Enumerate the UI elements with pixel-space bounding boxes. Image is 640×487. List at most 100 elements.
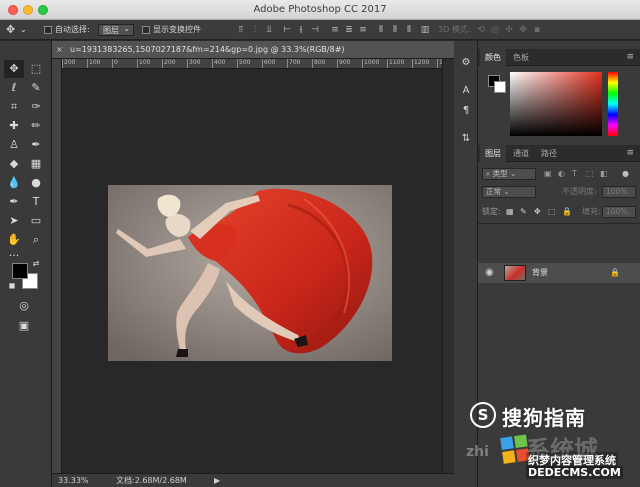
vertical-ruler[interactable] [52,59,62,473]
lock-image-icon[interactable]: ✎ [520,205,527,219]
rectangle-tool-icon[interactable]: ▭ [26,212,46,230]
document-tab[interactable]: × u=1931383265,1507027187&fm=214&gp=0.jpg… [52,41,454,59]
status-menu-arrow-icon[interactable]: ▶ [214,474,220,487]
distribute-bottom-icon[interactable]: ≡ [358,24,368,36]
adjustments-panel-icon[interactable]: ⚙ [459,55,473,71]
zoom-tool-icon[interactable]: ⌕ [26,231,46,249]
dodge-tool-icon[interactable]: ● [26,174,46,192]
lock-all-icon[interactable]: 🔒 [562,205,572,219]
blur-tool-icon[interactable]: 💧 [4,174,24,192]
move-tool-icon[interactable]: ✥ [6,24,15,36]
filter-type-icon[interactable]: T [572,167,577,181]
lock-artboard-icon[interactable]: ⬚ [548,205,556,219]
auto-select-dropdown[interactable]: 图层 [98,23,134,36]
filter-smart-object-icon[interactable]: ◧ [600,167,608,181]
history-brush-tool-icon[interactable]: ✒ [26,136,46,154]
swap-colors-icon[interactable]: ⇄ [26,255,46,273]
distribute-vcenter-icon[interactable]: ≣ [344,24,354,36]
distribute-top-icon[interactable]: ≡ [330,24,340,36]
tab-swatches[interactable]: 色板 [508,49,534,66]
move-tool-icon[interactable]: ✥ [4,60,24,78]
eyedropper-tool-icon[interactable]: ✑ [26,98,46,116]
crop-tool-icon[interactable]: ⌗ [4,98,24,116]
document-image[interactable] [108,185,392,361]
auto-select-option[interactable]: 自动选择: [44,24,90,36]
align-bottom-icon[interactable]: ⫫ [264,24,274,36]
close-document-icon[interactable]: × [56,41,66,58]
ruler-tick-mark [262,59,263,68]
distribute-right-icon[interactable]: ⦀ [404,24,414,36]
show-transform-option[interactable]: 显示变换控件 [142,24,201,36]
window-title: Adobe Photoshop CC 2017 [253,4,387,15]
tool-preset-chevron-icon[interactable]: ⌄ [20,24,27,36]
ruler-tick-label: 300 [189,59,201,66]
quick-mask-icon[interactable]: ◎ [14,297,34,315]
gradient-tool-icon[interactable]: ▦ [26,155,46,173]
lasso-tool-icon[interactable]: ℓ [4,79,24,97]
auto-select-value: 图层 [98,23,134,36]
filter-toggle-icon[interactable]: ● [622,167,629,181]
vertical-scrollbar[interactable] [442,59,454,473]
canvas-area[interactable] [62,69,442,473]
default-colors-icon[interactable]: ◼ [2,277,22,295]
panel-background-swatch[interactable] [494,81,506,93]
color-field[interactable] [510,72,602,136]
title-bar: Adobe Photoshop CC 2017 [0,0,640,20]
auto-select-label: 自动选择: [55,25,90,34]
screen-mode-icon[interactable]: ▣ [14,317,34,335]
show-transform-checkbox[interactable] [142,25,150,34]
healing-brush-tool-icon[interactable]: ✚ [4,117,24,135]
lock-transparent-icon[interactable]: ▦ [506,205,514,219]
libraries-panel-icon[interactable]: ⇅ [459,131,473,147]
ruler-tick-mark [437,59,438,68]
filter-adjustment-icon[interactable]: ◐ [558,167,565,181]
visibility-eye-icon[interactable]: ◉ [485,263,494,283]
align-hcenter-icon[interactable]: ⫲ [296,24,306,36]
layer-row[interactable]: ◉ 背景 🔒 [478,263,640,283]
layer-filter-row: ⌕ 类型 ⌄ ▣ ◐ T ⬚ ◧ ● [478,167,640,181]
marquee-tool-icon[interactable]: ⬚ [26,60,46,78]
paragraph-panel-icon[interactable]: ¶ [459,103,473,119]
align-vcenter-icon[interactable]: ⫶ [250,24,260,36]
auto-align-icon[interactable]: ▥ [420,24,430,36]
ruler-tick-mark [312,59,313,68]
clone-stamp-tool-icon[interactable]: ♙ [4,136,24,154]
ruler-tick-mark [62,59,63,68]
character-panel-icon[interactable]: A [459,83,473,99]
foreground-color-swatch[interactable] [12,263,28,279]
tab-color[interactable]: 颜色 [480,49,506,66]
align-right-icon[interactable]: ⊣ [310,24,320,36]
layer-name[interactable]: 背景 [532,263,548,283]
opacity-field[interactable]: 100% [602,186,636,198]
align-top-icon[interactable]: ⫪ [236,24,246,36]
color-panel-menu-icon[interactable]: ≡ [626,49,634,66]
layers-panel-menu-icon[interactable]: ≡ [626,145,634,162]
pen-tool-icon[interactable]: ✒ [4,193,24,211]
distribute-left-icon[interactable]: ⦀ [376,24,386,36]
distribute-hcenter-icon[interactable]: ⦀ [390,24,400,36]
path-select-tool-icon[interactable]: ➤ [4,212,24,230]
type-tool-icon[interactable]: T [26,193,46,211]
ruler-tick-mark [112,59,113,68]
fill-field[interactable]: 100% [602,206,636,218]
quick-select-tool-icon[interactable]: ✎ [26,79,46,97]
tab-channels[interactable]: 通道 [508,145,534,162]
filter-shape-icon[interactable]: ⬚ [586,167,594,181]
eraser-tool-icon[interactable]: ◆ [4,155,24,173]
tab-paths[interactable]: 路径 [536,145,562,162]
ruler-tick-label: 0 [114,59,118,66]
align-left-icon[interactable]: ⊢ [282,24,292,36]
lock-position-icon[interactable]: ✥ [534,205,541,219]
brush-tool-icon[interactable]: ✏ [26,117,46,135]
auto-select-checkbox[interactable] [44,25,52,34]
tab-layers[interactable]: 图层 [480,145,506,162]
ruler-tick-label: 200 [64,59,76,66]
blend-mode-dropdown[interactable]: 正常 ⌄ [482,186,536,198]
horizontal-ruler[interactable]: 200 100 0 100 200 300 400 500 600 700 800 900 1000 11… [62,59,442,69]
hue-slider[interactable] [608,72,618,136]
ruler-tick-mark [212,59,213,68]
layer-filter-dropdown[interactable]: ⌕ 类型 ⌄ [482,168,536,180]
ruler-tick-label: 700 [289,59,301,66]
filter-pixel-icon[interactable]: ▣ [544,167,552,181]
zoom-level[interactable]: 33.33% [58,474,89,487]
